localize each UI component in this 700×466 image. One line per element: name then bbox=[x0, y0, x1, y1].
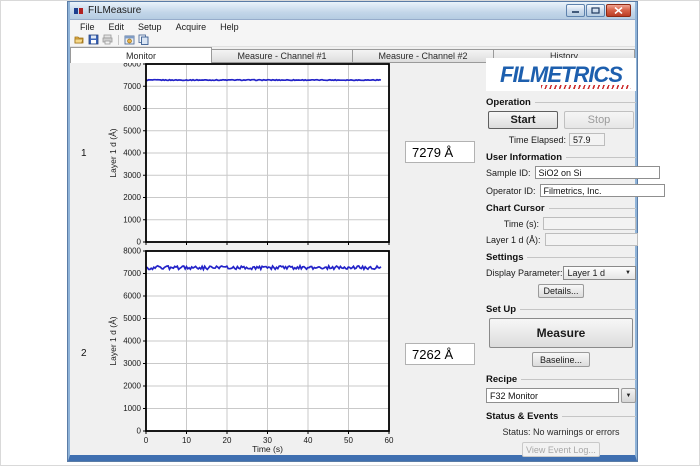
filmetrics-logo: FILMETRICS bbox=[486, 58, 636, 91]
stop-button[interactable]: Stop bbox=[564, 111, 634, 129]
time-elapsed-label: Time Elapsed: bbox=[486, 135, 566, 145]
chevron-down-icon: ▼ bbox=[625, 270, 631, 276]
menu-help[interactable]: Help bbox=[213, 22, 246, 32]
user-information-header: User Information bbox=[486, 152, 562, 163]
channel-2-label: 2 bbox=[81, 348, 87, 359]
svg-text:0: 0 bbox=[144, 436, 149, 445]
svg-text:2000: 2000 bbox=[123, 193, 141, 202]
menu-acquire[interactable]: Acquire bbox=[169, 22, 214, 32]
screenshot-page: FILMeasure File Edit Setup Acquire Help bbox=[0, 0, 700, 466]
title-bar[interactable]: FILMeasure bbox=[70, 2, 635, 20]
display-parameter-dropdown[interactable]: Layer 1 d ▼ bbox=[563, 266, 636, 280]
channel-2-thickness-readout: 7262 Å bbox=[405, 343, 475, 365]
baseline-button[interactable]: Baseline... bbox=[532, 352, 590, 367]
svg-text:1000: 1000 bbox=[123, 404, 141, 413]
chevron-down-icon: ▼ bbox=[626, 393, 632, 399]
recipe-dropdown-button[interactable]: ▼ bbox=[621, 388, 636, 403]
copy-icon[interactable] bbox=[138, 34, 149, 45]
display-parameter-value: Layer 1 d bbox=[568, 268, 606, 278]
tab-monitor[interactable]: Monitor bbox=[70, 47, 212, 63]
menu-file[interactable]: File bbox=[73, 22, 102, 32]
menu-bar: File Edit Setup Acquire Help bbox=[70, 20, 635, 33]
app-icon bbox=[74, 6, 84, 16]
svg-text:6000: 6000 bbox=[123, 292, 141, 301]
svg-text:7000: 7000 bbox=[123, 269, 141, 278]
svg-text:8000: 8000 bbox=[123, 247, 141, 256]
view-event-log-button[interactable]: View Event Log... bbox=[522, 442, 600, 457]
toolbar-separator bbox=[118, 35, 119, 45]
svg-text:1000: 1000 bbox=[123, 215, 141, 224]
svg-text:Layer 1 d (Å): Layer 1 d (Å) bbox=[108, 316, 118, 365]
sample-id-label: Sample ID: bbox=[486, 168, 531, 178]
recipe-header: Recipe bbox=[486, 374, 517, 385]
chart-cursor-header: Chart Cursor bbox=[486, 203, 545, 214]
svg-text:3000: 3000 bbox=[123, 171, 141, 180]
svg-text:4000: 4000 bbox=[123, 149, 141, 158]
close-button[interactable] bbox=[606, 4, 631, 17]
svg-text:20: 20 bbox=[223, 436, 232, 445]
set-up-header: Set Up bbox=[486, 304, 516, 315]
svg-text:Time (s): Time (s) bbox=[252, 444, 283, 454]
cursor-time-field bbox=[543, 217, 636, 230]
svg-text:7000: 7000 bbox=[123, 82, 141, 91]
menu-edit[interactable]: Edit bbox=[102, 22, 132, 32]
svg-text:60: 60 bbox=[385, 436, 394, 445]
time-elapsed-field bbox=[569, 133, 605, 146]
svg-text:3000: 3000 bbox=[123, 359, 141, 368]
sample-id-input[interactable] bbox=[535, 166, 660, 179]
status-events-header: Status & Events bbox=[486, 411, 558, 422]
svg-text:10: 10 bbox=[182, 436, 191, 445]
minimize-button[interactable] bbox=[566, 4, 585, 17]
channel-1-label: 1 bbox=[81, 148, 87, 159]
status-text: Status: No warnings or errors bbox=[486, 427, 636, 437]
start-button[interactable]: Start bbox=[488, 111, 558, 129]
monitor-chart-channel-1[interactable]: 010002000300040005000600070008000Layer 1… bbox=[106, 58, 398, 248]
svg-text:Layer 1 d (Å): Layer 1 d (Å) bbox=[108, 128, 118, 177]
svg-text:2000: 2000 bbox=[123, 382, 141, 391]
settings-header: Settings bbox=[486, 252, 523, 263]
channel-1-thickness-readout: 7279 Å bbox=[405, 141, 475, 163]
operation-header: Operation bbox=[486, 97, 531, 108]
svg-text:40: 40 bbox=[304, 436, 313, 445]
recipe-input[interactable] bbox=[486, 388, 619, 403]
operator-id-label: Operator ID: bbox=[486, 186, 536, 196]
cursor-layer-field bbox=[545, 233, 638, 246]
capture-icon[interactable] bbox=[124, 34, 135, 45]
svg-text:6000: 6000 bbox=[123, 104, 141, 113]
svg-text:50: 50 bbox=[344, 436, 353, 445]
filmetrics-logo-hatch bbox=[541, 85, 631, 89]
svg-text:4000: 4000 bbox=[123, 337, 141, 346]
control-panel: FILMETRICS Operation Start Stop Time Ela… bbox=[486, 58, 636, 457]
svg-text:0: 0 bbox=[137, 427, 142, 436]
open-folder-icon[interactable] bbox=[74, 34, 85, 45]
save-icon[interactable] bbox=[88, 34, 99, 45]
menu-setup[interactable]: Setup bbox=[131, 22, 169, 32]
details-button[interactable]: Details... bbox=[538, 284, 584, 298]
cursor-time-label: Time (s): bbox=[486, 219, 539, 229]
filmeasure-window: FILMeasure File Edit Setup Acquire Help bbox=[68, 2, 637, 461]
print-icon[interactable] bbox=[102, 34, 113, 45]
toolbar bbox=[70, 33, 635, 47]
display-parameter-label: Display Parameter: bbox=[486, 268, 563, 278]
measure-button[interactable]: Measure bbox=[489, 318, 633, 348]
cursor-layer-label: Layer 1 d (Å): bbox=[486, 235, 541, 245]
monitor-chart-channel-2[interactable]: 0100020003000400050006000700080000102030… bbox=[106, 245, 398, 454]
maximize-button[interactable] bbox=[586, 4, 605, 17]
svg-text:5000: 5000 bbox=[123, 126, 141, 135]
filmetrics-logo-text: FILMETRICS bbox=[500, 62, 622, 88]
svg-text:5000: 5000 bbox=[123, 314, 141, 323]
window-title: FILMeasure bbox=[88, 5, 141, 16]
operator-id-input[interactable] bbox=[540, 184, 665, 197]
